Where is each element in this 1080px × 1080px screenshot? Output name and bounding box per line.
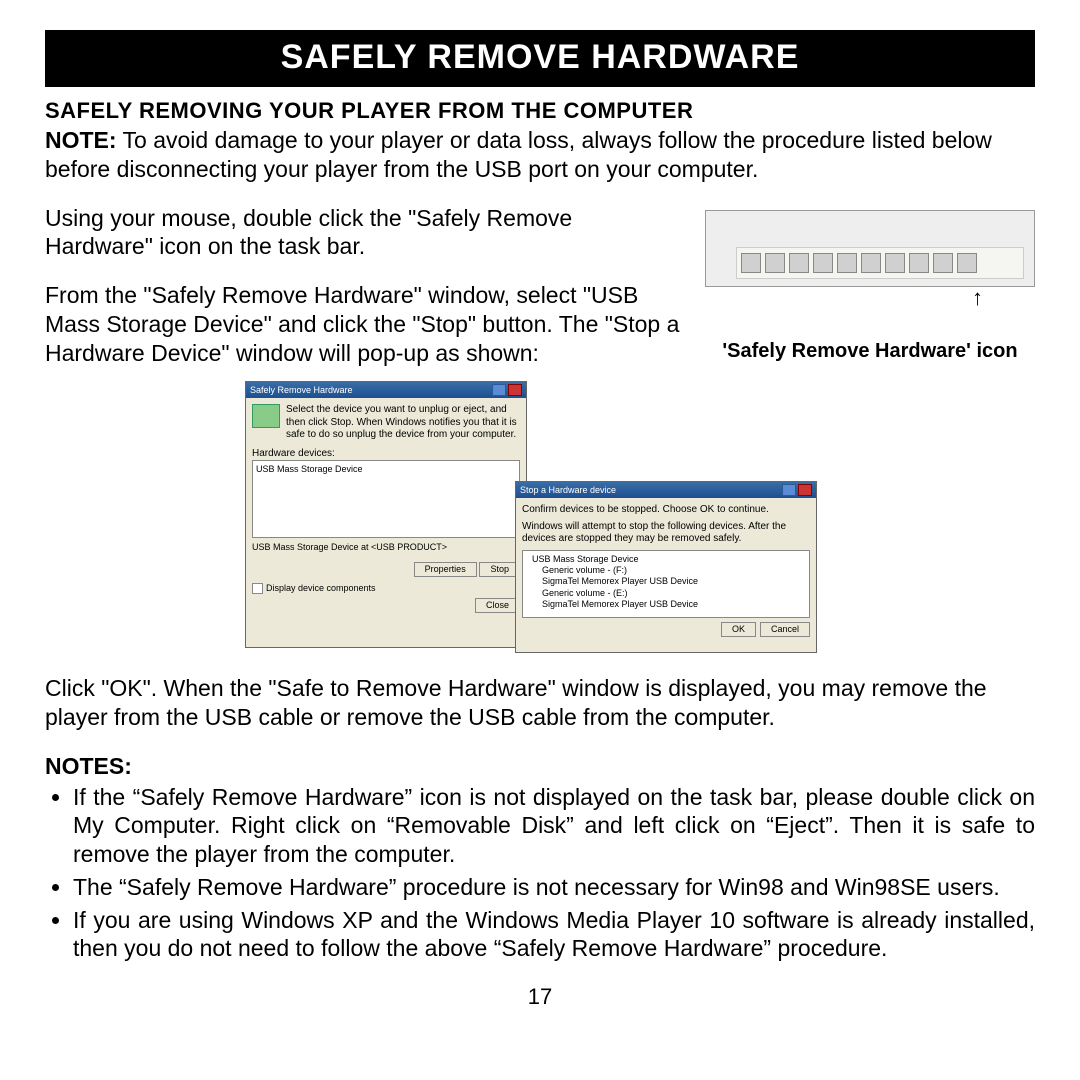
list-item: Generic volume - (E:) — [526, 588, 806, 599]
taskbar-screenshot — [705, 210, 1035, 287]
dialog2-line2: Windows will attempt to stop the followi… — [522, 521, 810, 546]
close-button: Close — [475, 598, 520, 613]
stop-hardware-device-window: Stop a Hardware device Confirm devices t… — [515, 481, 817, 653]
dialog1-desc: Select the device you want to unplug or … — [286, 404, 520, 442]
properties-button: Properties — [414, 562, 477, 577]
subheading: SAFELY REMOVING YOUR PLAYER FROM THE COM… — [45, 97, 1035, 125]
tray-icon — [789, 253, 809, 273]
list-item: SigmaTel Memorex Player USB Device — [526, 576, 806, 587]
device-tree: USB Mass Storage Device Generic volume -… — [522, 550, 810, 618]
dialog2-line1: Confirm devices to be stopped. Choose OK… — [522, 504, 810, 517]
paragraph-2: From the "Safely Remove Hardware" window… — [45, 281, 680, 367]
note-paragraph: NOTE: To avoid damage to your player or … — [45, 126, 1035, 184]
safely-remove-hardware-window: Safely Remove Hardware Select the device… — [245, 381, 527, 648]
tray-icon — [909, 253, 929, 273]
dialog1-title: Safely Remove Hardware — [250, 385, 353, 396]
tray-icon — [885, 253, 905, 273]
tray-icon — [837, 253, 857, 273]
tray-icon — [933, 253, 953, 273]
hardware-devices-list: USB Mass Storage Device — [252, 460, 520, 538]
dialog1-status: USB Mass Storage Device at <USB PRODUCT> — [252, 542, 520, 553]
help-icon — [782, 484, 796, 496]
list-item: If the “Safely Remove Hardware” icon is … — [73, 783, 1035, 869]
paragraph-1: Using your mouse, double click the "Safe… — [45, 204, 680, 262]
list-item: Generic volume - (F:) — [526, 565, 806, 576]
tray-icon — [861, 253, 881, 273]
page-title-bar: SAFELY REMOVE HARDWARE — [45, 30, 1035, 87]
notes-heading: NOTES: — [45, 752, 1035, 781]
list-item: The “Safely Remove Hardware” procedure i… — [73, 873, 1035, 902]
checkbox-icon — [252, 583, 263, 594]
close-icon — [508, 384, 522, 396]
tray-icon — [765, 253, 785, 273]
help-icon — [492, 384, 506, 396]
dialog-screenshots: Safely Remove Hardware Select the device… — [45, 381, 1035, 656]
note-text: To avoid damage to your player or data l… — [45, 127, 992, 182]
dialog2-title: Stop a Hardware device — [520, 485, 616, 496]
cancel-button: Cancel — [760, 622, 810, 637]
system-tray — [736, 247, 1024, 279]
stop-button: Stop — [479, 562, 520, 577]
list-item: SigmaTel Memorex Player USB Device — [526, 599, 806, 610]
notes-list: If the “Safely Remove Hardware” icon is … — [45, 783, 1035, 964]
tray-icon — [741, 253, 761, 273]
taskbar-caption: 'Safely Remove Hardware' icon — [705, 339, 1035, 364]
list-item: If you are using Windows XP and the Wind… — [73, 906, 1035, 964]
arrow-up-icon: ↑ — [705, 287, 1035, 309]
hardware-icon — [252, 404, 280, 428]
paragraph-3: Click "OK". When the "Safe to Remove Har… — [45, 674, 1035, 732]
tray-icon — [957, 253, 977, 273]
ok-button: OK — [721, 622, 756, 637]
note-label: NOTE: — [45, 127, 117, 153]
list-item: USB Mass Storage Device — [256, 464, 516, 475]
page-number: 17 — [45, 983, 1035, 1011]
close-icon — [798, 484, 812, 496]
display-components-label: Display device components — [266, 583, 376, 594]
tray-icon — [813, 253, 833, 273]
list-item: USB Mass Storage Device — [526, 554, 806, 565]
dialog1-label: Hardware devices: — [252, 448, 520, 461]
